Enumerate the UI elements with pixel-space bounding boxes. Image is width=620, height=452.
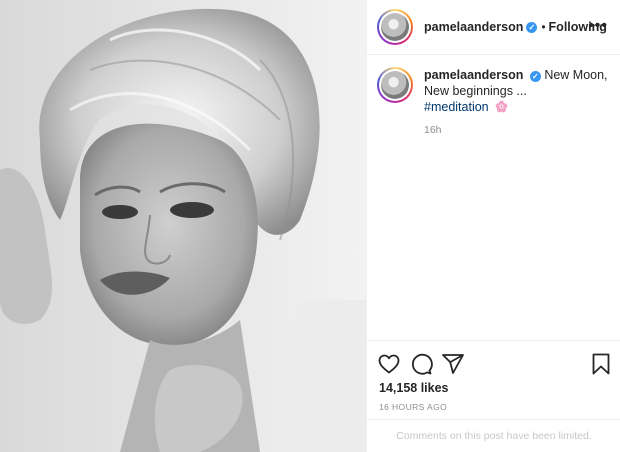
more-options-icon[interactable]: ••• bbox=[588, 17, 608, 35]
portrait-image bbox=[0, 0, 366, 452]
avatar-image bbox=[381, 13, 409, 41]
avatar[interactable] bbox=[377, 9, 413, 45]
post-details-panel: pamelaanderson ✓ • Following ••• pamelaa… bbox=[366, 0, 620, 452]
caption-comment: pamelaanderson ✓ New Moon, New beginning… bbox=[377, 67, 613, 115]
divider bbox=[367, 340, 620, 341]
caption-line-1: New Moon, bbox=[544, 68, 608, 82]
flower-emoji-icon bbox=[495, 100, 508, 113]
caption-time[interactable]: 16h bbox=[424, 124, 442, 136]
caption-verified-badge-icon: ✓ bbox=[529, 71, 541, 82]
action-bar bbox=[377, 352, 613, 378]
caption-username[interactable]: pamelaanderson bbox=[424, 68, 523, 82]
avatar-frame bbox=[379, 11, 411, 43]
post-header: pamelaanderson ✓ • Following ••• bbox=[367, 0, 620, 55]
caption-avatar-frame bbox=[379, 69, 411, 101]
caption-line-2: New beginnings ... bbox=[424, 84, 527, 98]
caption-text: pamelaanderson ✓ New Moon, New beginning… bbox=[424, 67, 608, 115]
bookmark-icon[interactable] bbox=[589, 352, 613, 376]
verified-badge-icon: ✓ bbox=[526, 21, 538, 33]
post-photo[interactable] bbox=[0, 0, 366, 452]
share-icon[interactable] bbox=[441, 352, 465, 376]
caption-avatar[interactable] bbox=[377, 67, 413, 103]
post-timestamp[interactable]: 16 HOURS AGO bbox=[379, 402, 447, 412]
caption-avatar-image bbox=[381, 71, 409, 99]
likes-count[interactable]: 14,158 likes bbox=[379, 381, 449, 395]
header-username[interactable]: pamelaanderson bbox=[424, 20, 523, 34]
comments-limited-notice: Comments on this post have been limited. bbox=[396, 430, 592, 442]
header-separator: • bbox=[541, 20, 546, 34]
heart-icon[interactable] bbox=[377, 352, 401, 376]
comment-icon[interactable] bbox=[409, 352, 433, 376]
instagram-post: pamelaanderson ✓ • Following ••• pamelaa… bbox=[0, 0, 620, 452]
divider-bottom bbox=[367, 419, 620, 420]
hashtag-link[interactable]: #meditation bbox=[424, 100, 489, 114]
